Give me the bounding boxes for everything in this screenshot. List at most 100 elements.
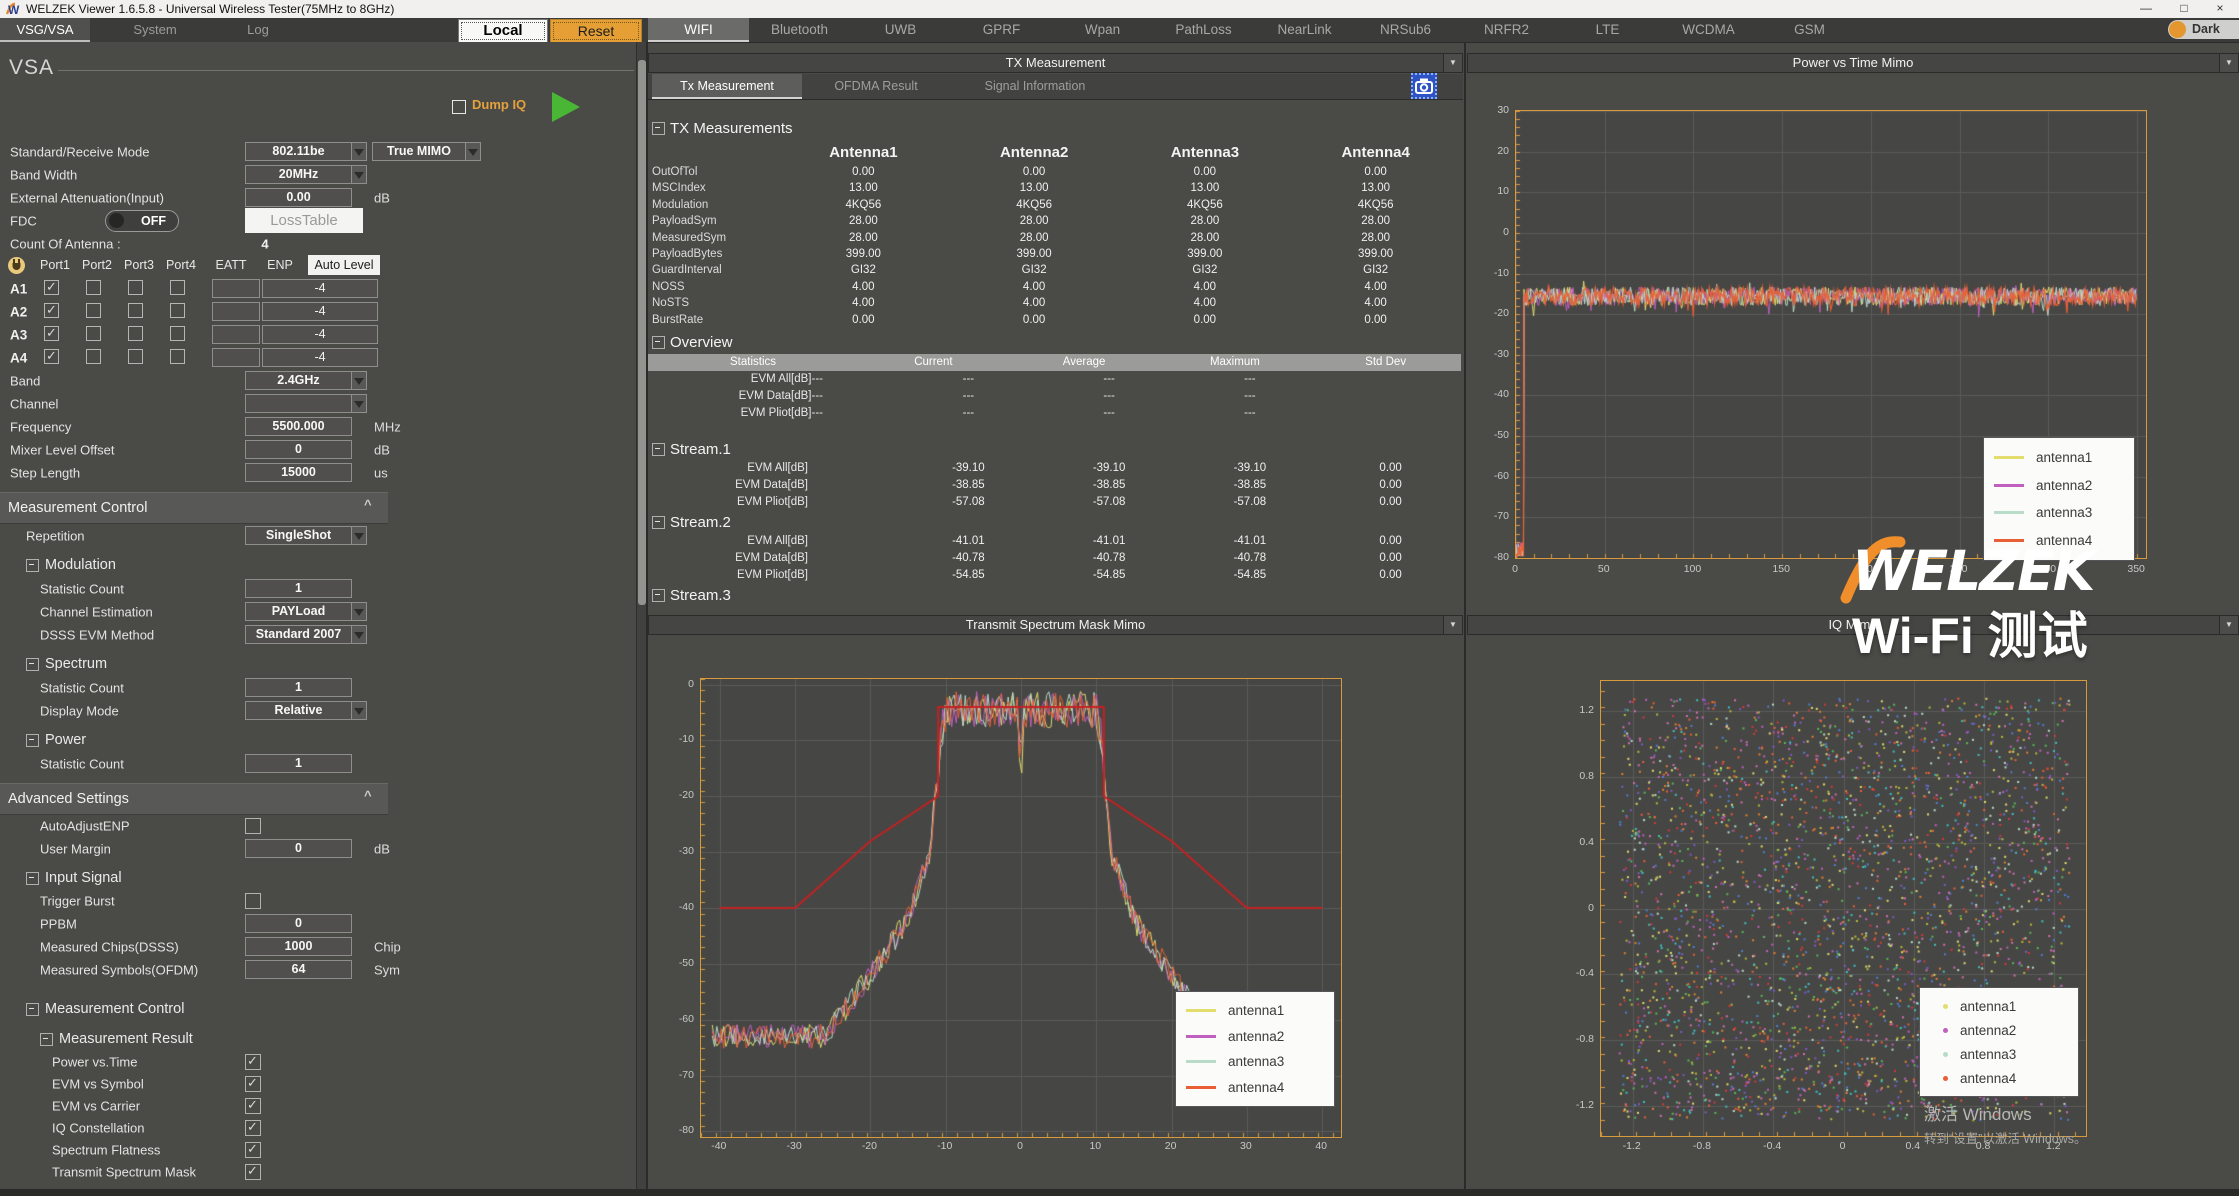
checkbox-transmit-spectrum-mask[interactable]	[245, 1164, 261, 1180]
checkbox-trigger-burst[interactable]	[245, 893, 261, 909]
checkbox-a3-port2[interactable]	[86, 326, 101, 341]
standard-tab-pathloss[interactable]: PathLoss	[1153, 18, 1254, 42]
dropdown-dsss-evm-method[interactable]: Standard 2007	[245, 625, 352, 644]
dropdown-channel-estimation[interactable]: PAYLoad	[245, 602, 352, 621]
enp-input-a3[interactable]: -4	[262, 325, 378, 344]
checkbox-a1-port2[interactable]	[86, 280, 101, 295]
dropdown-standard-receive-mode-mimo[interactable]: True MIMO	[372, 142, 466, 161]
start-measure-play-icon[interactable]	[552, 92, 580, 122]
reset-button[interactable]: Reset	[550, 19, 642, 43]
standard-tab-wcdma[interactable]: WCDMA	[1658, 18, 1759, 42]
dump-iq-checkbox[interactable]	[452, 100, 466, 114]
checkbox-a4-port4[interactable]	[170, 349, 185, 364]
section-header-advanced-settings[interactable]: Advanced Settings^	[0, 783, 388, 815]
scrollbar-thumb[interactable]	[638, 60, 646, 605]
input-statistic-count[interactable]: 1	[245, 579, 352, 598]
collapse-expander-icon[interactable]	[26, 1003, 39, 1016]
checkbox-a1-port4[interactable]	[170, 280, 185, 295]
checkbox-a3-port3[interactable]	[128, 326, 143, 341]
eatt-input-a2[interactable]	[212, 302, 260, 321]
input-ppbm[interactable]: 0	[245, 914, 352, 933]
input-measured-chips-dsss[interactable]: 1000	[245, 937, 352, 956]
dropdown-arrow-icon[interactable]	[352, 526, 367, 545]
standard-tab-gprf[interactable]: GPRF	[951, 18, 1052, 42]
dropdown-channel[interactable]	[245, 394, 352, 413]
checkbox-a2-port2[interactable]	[86, 303, 101, 318]
dropdown-arrow-icon[interactable]	[352, 371, 367, 390]
auto-level-button[interactable]: Auto Level	[308, 255, 380, 275]
tab-system[interactable]: System	[112, 18, 198, 42]
eatt-input-a3[interactable]	[212, 325, 260, 344]
dropdown-arrow-icon[interactable]	[352, 701, 367, 720]
checkbox-a2-port4[interactable]	[170, 303, 185, 318]
eatt-input-a1[interactable]	[212, 279, 260, 298]
collapse-expander-icon[interactable]	[26, 872, 39, 885]
collapse-expander-icon[interactable]	[26, 658, 39, 671]
input-statistic-count[interactable]: 1	[245, 754, 352, 773]
standard-tab-nearlink[interactable]: NearLink	[1254, 18, 1355, 42]
checkbox-a1-port3[interactable]	[128, 280, 143, 295]
tab-vsg-vsa[interactable]: VSG/VSA	[0, 18, 90, 42]
checkbox-spectrum-flatness[interactable]	[245, 1142, 261, 1158]
screenshot-camera-icon[interactable]	[1411, 73, 1437, 99]
tab-log[interactable]: Log	[228, 18, 288, 42]
dropdown-arrow-icon[interactable]	[352, 625, 367, 644]
dropdown-repetition[interactable]: SingleShot	[245, 526, 352, 545]
enp-input-a1[interactable]: -4	[262, 279, 378, 298]
dropdown-band-width[interactable]: 20MHz	[245, 165, 352, 184]
collapse-expander-icon[interactable]	[26, 734, 39, 747]
standard-tab-gsm[interactable]: GSM	[1759, 18, 1860, 42]
input-step-length[interactable]: 15000	[245, 463, 352, 482]
tab-signal-information[interactable]: Signal Information	[950, 74, 1120, 99]
chevron-down-icon[interactable]: ▼	[1443, 54, 1462, 72]
maximize-button[interactable]: □	[2167, 0, 2201, 18]
dropdown-arrow-icon[interactable]	[466, 142, 481, 161]
dropdown-display-mode[interactable]: Relative	[245, 701, 352, 720]
collapse-expander-icon[interactable]	[652, 336, 665, 349]
standard-tab-nrsub6[interactable]: NRSub6	[1355, 18, 1456, 42]
checkbox-a4-port3[interactable]	[128, 349, 143, 364]
standard-tab-nrfr2[interactable]: NRFR2	[1456, 18, 1557, 42]
collapse-expander-icon[interactable]	[652, 516, 665, 529]
local-button[interactable]: Local	[458, 19, 548, 43]
close-button[interactable]: ×	[2203, 0, 2237, 18]
dropdown-arrow-icon[interactable]	[352, 394, 367, 413]
input-external-attenuation-input[interactable]: 0.00	[245, 188, 352, 207]
checkbox-evm-vs-symbol[interactable]	[245, 1076, 261, 1092]
input-statistic-count[interactable]: 1	[245, 678, 352, 697]
checkbox-a4-port2[interactable]	[86, 349, 101, 364]
standard-tab-lte[interactable]: LTE	[1557, 18, 1658, 42]
collapse-expander-icon[interactable]	[652, 122, 665, 135]
dropdown-arrow-icon[interactable]	[352, 165, 367, 184]
minimize-button[interactable]: —	[2129, 0, 2163, 18]
input-frequency[interactable]: 5500.000	[245, 417, 352, 436]
section-header-measurement-control[interactable]: Measurement Control^	[0, 492, 388, 524]
collapse-expander-icon[interactable]	[652, 589, 665, 602]
standard-tab-wpan[interactable]: Wpan	[1052, 18, 1153, 42]
checkbox-a2-port1[interactable]	[44, 303, 59, 318]
checkbox-a3-port4[interactable]	[170, 326, 185, 341]
checkbox-autoadjustenp[interactable]	[245, 818, 261, 834]
enp-input-a4[interactable]: -4	[262, 348, 378, 367]
chevron-down-icon[interactable]: ▼	[1443, 616, 1462, 634]
chevron-down-icon[interactable]: ▼	[2219, 54, 2238, 72]
checkbox-iq-constellation[interactable]	[245, 1120, 261, 1136]
collapse-caret-icon[interactable]: ^	[364, 788, 372, 803]
collapse-caret-icon[interactable]: ^	[364, 497, 372, 512]
checkbox-a1-port1[interactable]	[44, 280, 59, 295]
checkbox-a2-port3[interactable]	[128, 303, 143, 318]
checkbox-a4-port1[interactable]	[44, 349, 59, 364]
eatt-input-a4[interactable]	[212, 348, 260, 367]
dropdown-arrow-icon[interactable]	[352, 602, 367, 621]
standard-tab-bluetooth[interactable]: Bluetooth	[749, 18, 850, 42]
checkbox-a3-port1[interactable]	[44, 326, 59, 341]
input-measured-symbols-ofdm[interactable]: 64	[245, 960, 352, 979]
dropdown-band[interactable]: 2.4GHz	[245, 371, 352, 390]
fdc-toggle[interactable]: OFF	[105, 210, 179, 232]
losstable-button[interactable]: LossTable	[245, 208, 363, 233]
collapse-expander-icon[interactable]	[26, 559, 39, 572]
checkbox-evm-vs-carrier[interactable]	[245, 1098, 261, 1114]
dark-mode-toggle[interactable]: Dark	[2168, 20, 2239, 39]
input-mixer-level-offset[interactable]: 0	[245, 440, 352, 459]
dropdown-standard-receive-mode[interactable]: 802.11be	[245, 142, 352, 161]
